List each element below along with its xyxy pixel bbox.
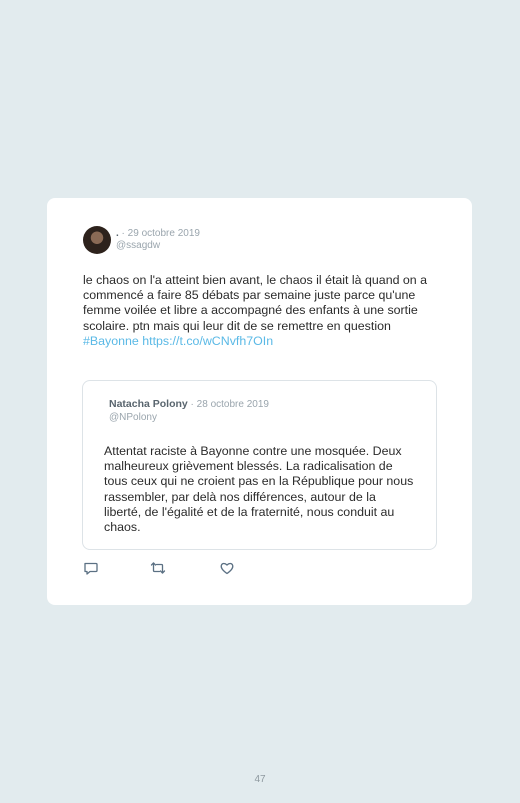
- tweet-actions: [83, 560, 283, 576]
- tweet-header: . · 29 octobre 2019 @ssagdw: [116, 228, 200, 252]
- quoted-author-handle: @NPolony: [109, 412, 157, 423]
- like-icon: [220, 562, 234, 575]
- quoted-tweet-text: Attentat raciste à Bayonne contre une mo…: [104, 444, 414, 535]
- reply-button[interactable]: [83, 560, 99, 576]
- meta-separator: ·: [118, 228, 128, 239]
- quoted-tweet-date: 28 octobre 2019: [196, 399, 269, 410]
- tweet-text: le chaos on l'a atteint bien avant, le c…: [83, 273, 435, 349]
- like-button[interactable]: [219, 560, 235, 576]
- tweet-date[interactable]: 29 octobre 2019: [128, 228, 200, 239]
- retweet-button[interactable]: [150, 560, 166, 576]
- quoted-meta-separator: ·: [187, 399, 197, 410]
- avatar[interactable]: [83, 226, 111, 254]
- page-number: 47: [254, 774, 266, 785]
- author-handle[interactable]: @ssagdw: [116, 240, 200, 252]
- quoted-author-name: Natacha Polony: [109, 398, 188, 410]
- tweet-body: le chaos on l'a atteint bien avant, le c…: [83, 273, 428, 333]
- retweet-icon: [150, 562, 166, 574]
- quoted-tweet[interactable]: Natacha Polony · 28 octobre 2019 @NPolon…: [82, 380, 437, 550]
- reply-icon: [84, 562, 98, 575]
- tweet-link[interactable]: #Bayonne https://t.co/wCNvfh7OIn: [83, 334, 435, 349]
- tweet-card: . · 29 octobre 2019 @ssagdw le chaos on …: [47, 198, 472, 605]
- quoted-tweet-header: Natacha Polony · 28 octobre 2019 @NPolon…: [109, 398, 269, 424]
